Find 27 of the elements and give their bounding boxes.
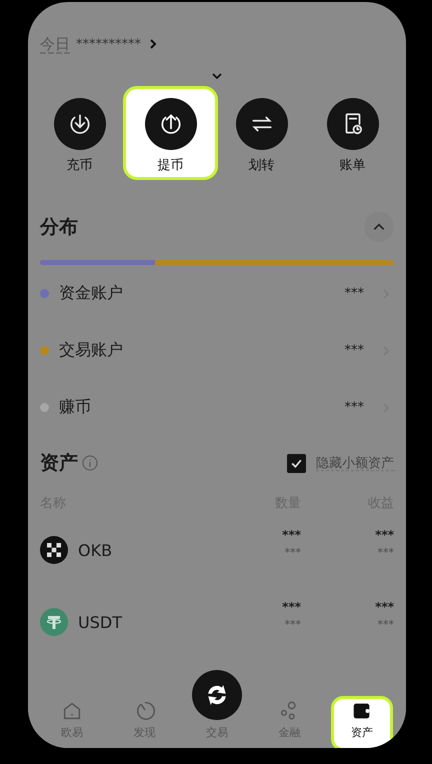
masked-amount: *** [284,546,301,558]
account-name[interactable]: 资金账户 [59,283,344,304]
masked-earnings: *** [378,618,394,630]
action-button[interactable]: 提币 [123,86,218,180]
masked-value: *** [344,286,364,301]
account-name[interactable]: 交易账户 [59,340,344,361]
section-title: 分布 [40,215,78,240]
masked-amount: *** [282,528,301,542]
account-name[interactable]: 赚币 [59,397,344,418]
masked-value: *** [344,343,364,358]
coin-icon [40,608,68,636]
masked-value: ********** [76,36,141,52]
masked-amount: *** [284,618,301,630]
coin-symbol[interactable]: OKB [78,540,112,560]
masked-amount: *** [282,600,301,614]
checkbox-label[interactable]: 隐藏小额资产 [316,454,394,472]
section-title: 资产 [40,451,78,476]
info-icon[interactable] [82,455,98,471]
masked-earnings: *** [378,546,394,558]
masked-earnings: *** [375,600,394,614]
coin-icon [40,536,68,564]
nav-tab[interactable]: 资产 [330,696,393,748]
collapse-button[interactable] [364,212,394,242]
masked-earnings: *** [375,528,394,542]
coin-symbol[interactable]: USDT [78,612,122,632]
checkbox[interactable] [287,454,306,472]
masked-value: *** [344,400,364,415]
